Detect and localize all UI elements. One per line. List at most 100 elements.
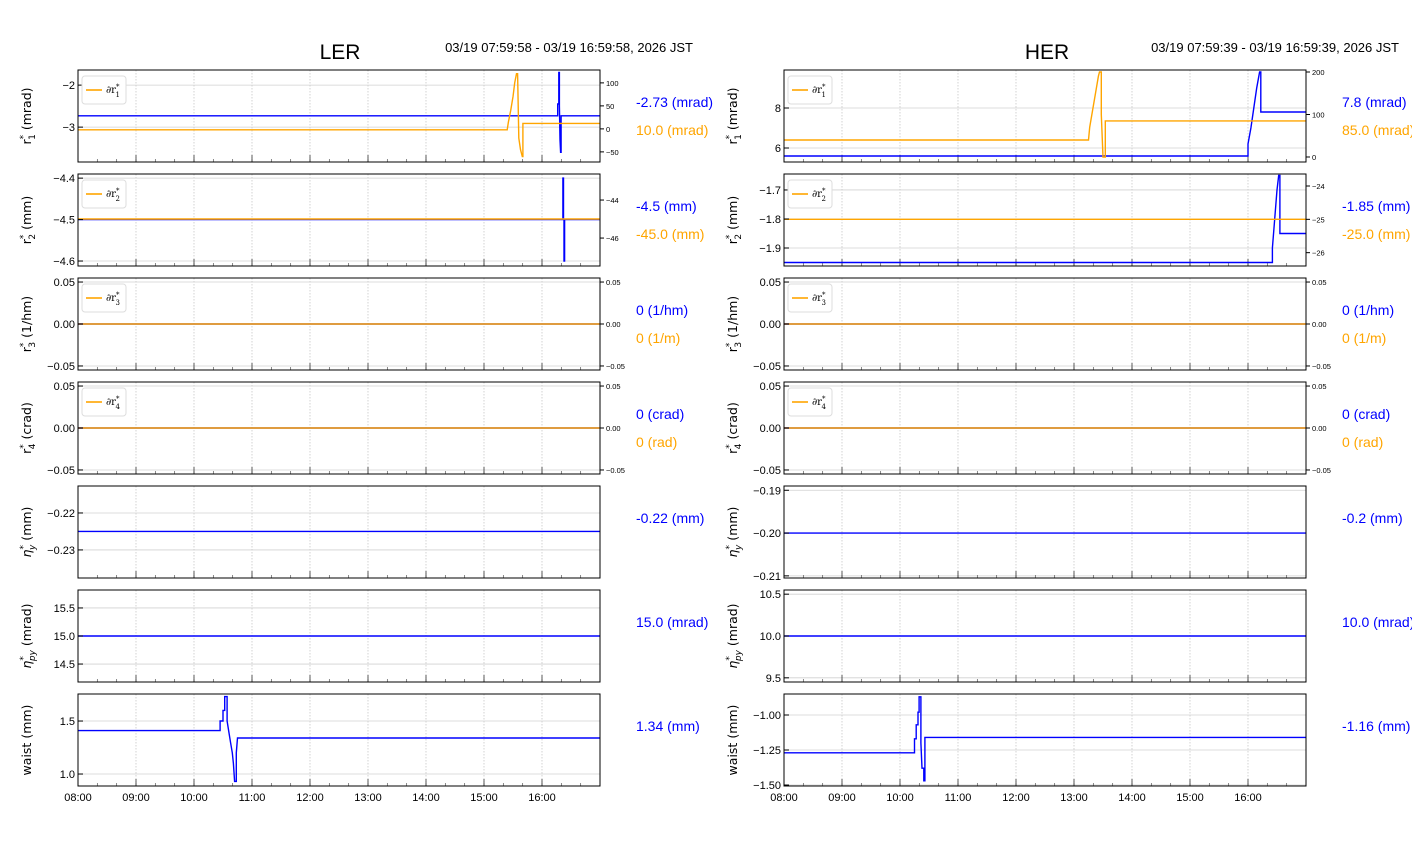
y-label-unit: (mrad) xyxy=(725,87,740,130)
y-tick-label: 0.00 xyxy=(54,423,75,435)
y-label-unit: (mm) xyxy=(725,196,740,230)
chart-title: HER xyxy=(1025,41,1069,64)
y-axis-label: r*1 (mrad) xyxy=(19,87,38,144)
y-axis-label: r*4 (crad) xyxy=(725,402,744,454)
y-tick-label: −0.23 xyxy=(47,545,75,557)
panel-eta_y: −0.19 −0.20 −0.21 η*y (mm) -0.2 (mm) xyxy=(725,485,1403,583)
readout-value: -0.22 (mm) xyxy=(636,510,704,526)
readout-value: -45.0 (mm) xyxy=(636,226,704,242)
legend-star: * xyxy=(116,187,120,195)
x-tick-label: 08:00 xyxy=(770,792,798,804)
right-y-tick-label: 0 xyxy=(606,125,610,134)
y-axis-label: r*1 (mrad) xyxy=(725,87,744,144)
x-tick-label: 14:00 xyxy=(1118,792,1146,804)
legend: ∂r* 4 xyxy=(787,387,833,417)
right-y-tick-label: 0.00 xyxy=(606,424,621,433)
right-y-tick-label: 200 xyxy=(1312,68,1325,77)
legend: ∂r* 2 xyxy=(787,179,833,209)
y-tick-label: −1.9 xyxy=(759,243,781,255)
x-tick-label: 14:00 xyxy=(412,792,440,804)
y-tick-label: 0.00 xyxy=(760,423,781,435)
panel-eta_py: 15.5 15.0 14.5 η*py (mrad) 15.0 (mrad) xyxy=(19,589,708,683)
y-tick-label: −0.05 xyxy=(753,361,781,373)
y-tick-label: −1.7 xyxy=(759,185,781,197)
legend-star: * xyxy=(822,83,826,91)
series-line-r1 xyxy=(784,71,1306,157)
readout-value: 0 (1/hm) xyxy=(636,302,688,318)
y-tick-label: −0.20 xyxy=(753,528,781,540)
legend: ∂r* 1 xyxy=(81,75,127,105)
readout-value: 1.34 (mm) xyxy=(636,718,700,734)
y-tick-label: 8 xyxy=(775,103,781,115)
panel-r4: 0.05 0.00 −0.05 0.05 0.00 −0.05 r*4 (crad) ∂r* 4… xyxy=(19,381,684,477)
legend-sub: 4 xyxy=(115,403,120,411)
readout-value: 10.0 (mrad) xyxy=(636,122,708,138)
x-tick-label: 09:00 xyxy=(122,792,150,804)
x-tick-label: 16:00 xyxy=(528,792,556,804)
y-tick-label: 0.00 xyxy=(54,319,75,331)
y-tick-label: −0.19 xyxy=(753,485,781,497)
y-axis-label: r*4 (crad) xyxy=(19,402,38,454)
y-label-unit: (mm) xyxy=(725,507,740,541)
y-tick-label: −4.6 xyxy=(53,256,75,268)
right-y-tick-label: 0 xyxy=(1312,153,1316,162)
x-tick-label: 16:00 xyxy=(1234,792,1262,804)
y-label-sub: py xyxy=(28,649,38,662)
readout-value: 0 (crad) xyxy=(1342,406,1390,422)
legend-sub: 2 xyxy=(115,195,119,203)
right-y-tick-label: −0.05 xyxy=(606,362,625,371)
x-tick-label: 15:00 xyxy=(470,792,498,804)
panel-eta_y: −0.22 −0.23 η*y (mm) -0.22 (mm) xyxy=(19,485,704,579)
x-tick-label: 11:00 xyxy=(239,792,266,804)
y-tick-label: −0.21 xyxy=(753,571,781,583)
y-axis-label: r*3 (1/hm) xyxy=(725,296,744,352)
legend-sub: 4 xyxy=(821,403,826,411)
y-tick-label: −4.5 xyxy=(53,215,75,227)
y-tick-label: −2 xyxy=(62,80,75,92)
legend-star: * xyxy=(116,291,120,299)
readout-value: -1.85 (mm) xyxy=(1342,198,1410,214)
right-y-tick-label: 0.05 xyxy=(1312,382,1327,391)
y-axis-label: η*y (mm) xyxy=(19,507,38,558)
legend-star: * xyxy=(822,291,826,299)
y-tick-label: 15.0 xyxy=(54,631,75,643)
chart-her: HER 03/19 07:59:39 - 03/19 16:59:39, 2026… xyxy=(725,40,1412,804)
y-tick-label: 0.05 xyxy=(54,381,75,393)
legend: ∂r* 4 xyxy=(81,387,127,417)
panel-r4: 0.05 0.00 −0.05 0.05 0.00 −0.05 r*4 (crad) ∂r* 4… xyxy=(725,381,1390,477)
legend: ∂r* 2 xyxy=(81,179,127,209)
series-line-waist xyxy=(78,695,600,783)
x-tick-label: 12:00 xyxy=(1002,792,1030,804)
right-y-tick-label: −0.05 xyxy=(1312,466,1331,475)
x-tick-label: 08:00 xyxy=(64,792,92,804)
y-tick-label: −0.05 xyxy=(753,465,781,477)
right-y-tick-label: −25 xyxy=(1312,215,1325,224)
right-y-tick-label: −26 xyxy=(1312,249,1325,258)
y-tick-label: 0.05 xyxy=(760,277,781,289)
legend-star: * xyxy=(822,395,826,403)
x-tick-label: 12:00 xyxy=(296,792,324,804)
readout-value: 0 (1/m) xyxy=(636,330,680,346)
right-y-tick-label: −50 xyxy=(606,148,619,157)
legend-sub: 1 xyxy=(821,91,825,99)
x-tick-label: 10:00 xyxy=(180,792,208,804)
y-label-unit: (mm) xyxy=(19,705,34,739)
right-y-tick-label: −24 xyxy=(1312,182,1325,191)
y-axis-label: η*py (mrad) xyxy=(19,603,38,668)
y-label-unit: (mrad) xyxy=(19,603,34,646)
readout-value: 15.0 (mrad) xyxy=(636,614,708,630)
y-tick-label: −0.22 xyxy=(47,508,75,520)
right-y-tick-label: 100 xyxy=(606,79,619,88)
readout-value: 0 (1/hm) xyxy=(1342,302,1394,318)
legend: ∂r* 1 xyxy=(787,75,833,105)
y-label-unit: (mrad) xyxy=(19,87,34,130)
right-y-tick-label: 0.00 xyxy=(1312,424,1327,433)
legend-star: * xyxy=(116,83,120,91)
readout-value: -25.0 (mm) xyxy=(1342,226,1410,242)
y-tick-label: 1.5 xyxy=(60,716,75,728)
readout-value: 10.0 (mrad) xyxy=(1342,614,1412,630)
x-tick-label: 15:00 xyxy=(1176,792,1204,804)
y-axis-label: η*py (mrad) xyxy=(725,603,744,668)
x-tick-label: 09:00 xyxy=(828,792,856,804)
readout-value: 0 (rad) xyxy=(636,434,677,450)
